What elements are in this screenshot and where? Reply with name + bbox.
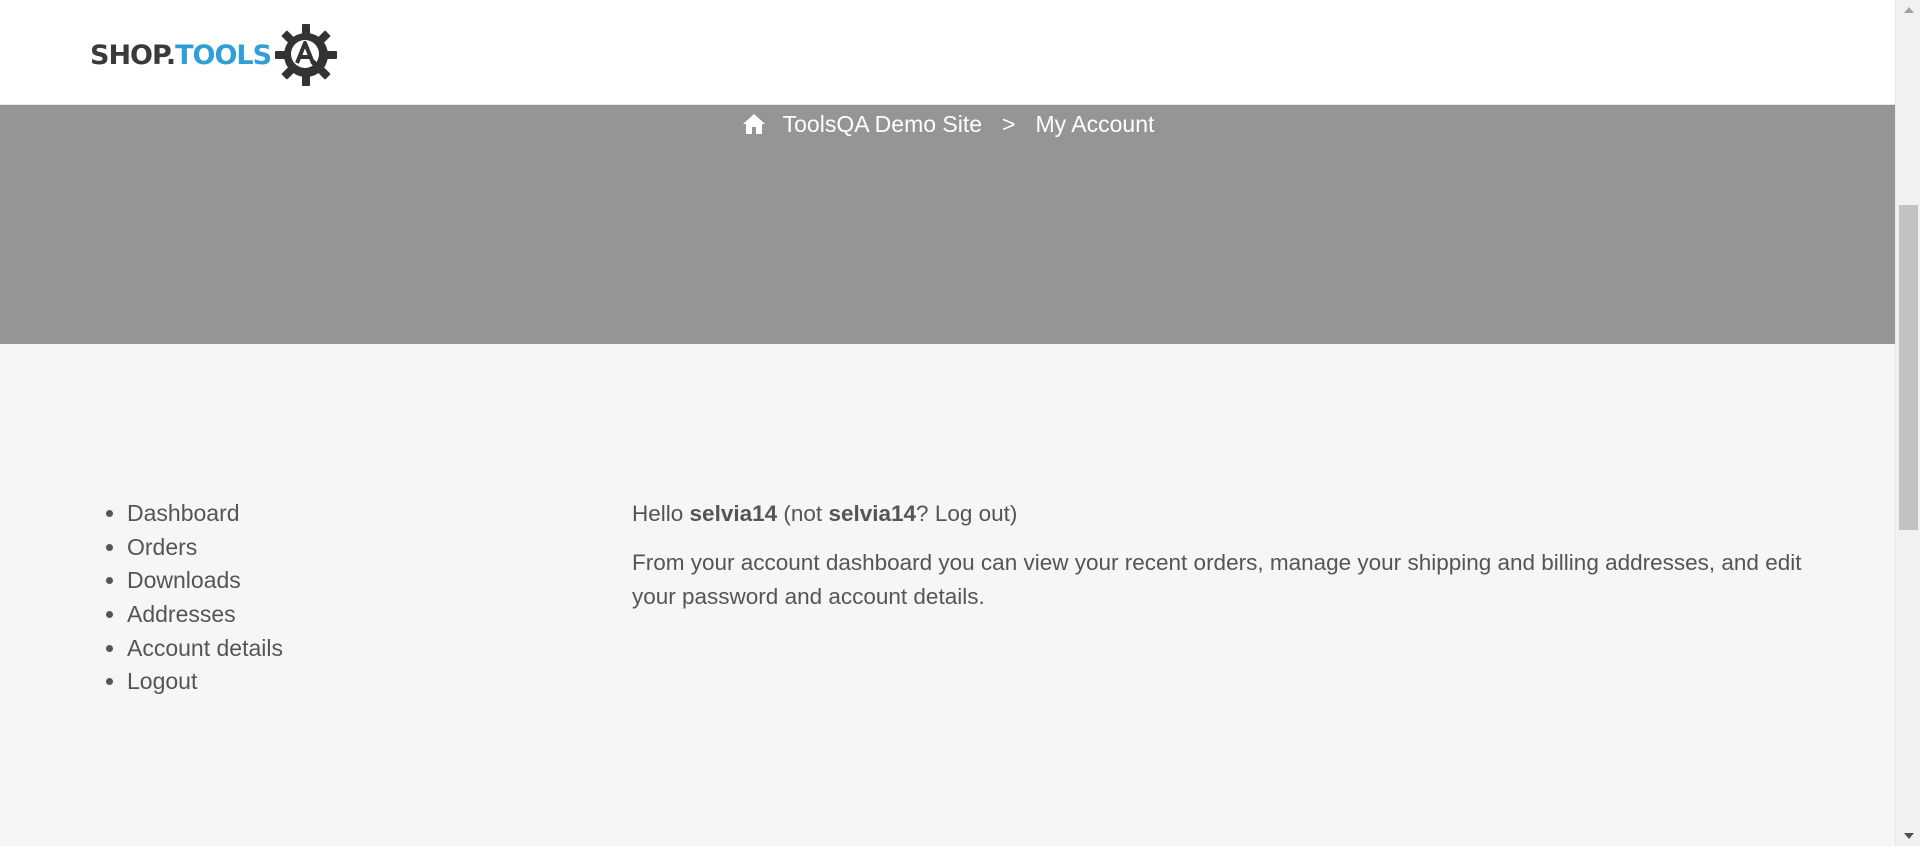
list-bullet: [106, 611, 113, 619]
account-nav-item-logout: Logout: [106, 665, 283, 699]
account-navigation: Dashboard Orders Downloads Addresses Acc…: [106, 497, 283, 699]
gear-logo-icon: [275, 24, 338, 86]
home-icon: [742, 114, 765, 134]
list-bullet: [106, 678, 113, 686]
logout-link[interactable]: Log out: [935, 501, 1010, 526]
account-nav-link-orders[interactable]: Orders: [127, 534, 197, 561]
dashboard-intro: From your account dashboard you can view…: [632, 550, 1802, 609]
account-nav-item-dashboard: Dashboard: [106, 497, 283, 531]
vertical-scrollbar[interactable]: [1895, 0, 1920, 846]
account-nav-link-account-details[interactable]: Account details: [127, 635, 283, 662]
breadcrumb-separator: >: [1002, 110, 1016, 137]
greeting-text: Hello selvia14 (not selvia14? Log out): [632, 501, 1018, 526]
username-repeat: selvia14: [828, 501, 917, 526]
recent-orders-link[interactable]: recent orders: [1125, 550, 1258, 575]
site-logo[interactable]: SHOP.TOOLS A: [90, 22, 339, 88]
list-bullet: [106, 510, 113, 518]
account-nav-link-downloads[interactable]: Downloads: [127, 567, 241, 594]
list-bullet: [106, 577, 113, 585]
scrollbar-thumb[interactable]: [1899, 205, 1918, 530]
account-nav-item-account-details: Account details: [106, 631, 283, 665]
list-bullet: [106, 543, 113, 551]
my-account-content: Dashboard Orders Downloads Addresses Acc…: [0, 344, 1895, 846]
scroll-up-arrow-icon[interactable]: [1896, 0, 1920, 20]
scroll-down-arrow-icon[interactable]: [1896, 826, 1920, 846]
account-nav-item-downloads: Downloads: [106, 564, 283, 598]
list-bullet: [106, 644, 113, 652]
breadcrumb: ToolsQA Demo Site > My Account: [0, 105, 1895, 143]
account-nav-item-addresses: Addresses: [106, 598, 283, 632]
addresses-link[interactable]: shipping and billing addresses: [1407, 550, 1708, 575]
page-banner: ToolsQA Demo Site > My Account: [0, 105, 1895, 344]
username: selvia14: [689, 501, 778, 526]
site-header: SHOP.TOOLS A: [0, 0, 1895, 105]
account-nav-link-dashboard[interactable]: Dashboard: [127, 500, 240, 527]
account-nav-link-addresses[interactable]: Addresses: [127, 601, 236, 628]
dashboard-panel: Hello selvia14 (not selvia14? Log out) F…: [632, 497, 1812, 614]
page-viewport: SHOP.TOOLS A: [0, 0, 1895, 846]
breadcrumb-current: My Account: [1035, 110, 1155, 137]
account-nav-link-logout[interactable]: Logout: [127, 668, 197, 695]
logo-wordmark: SHOP.TOOLS: [90, 39, 272, 71]
account-nav-item-orders: Orders: [106, 531, 283, 565]
breadcrumb-home-link[interactable]: ToolsQA Demo Site: [783, 111, 982, 138]
